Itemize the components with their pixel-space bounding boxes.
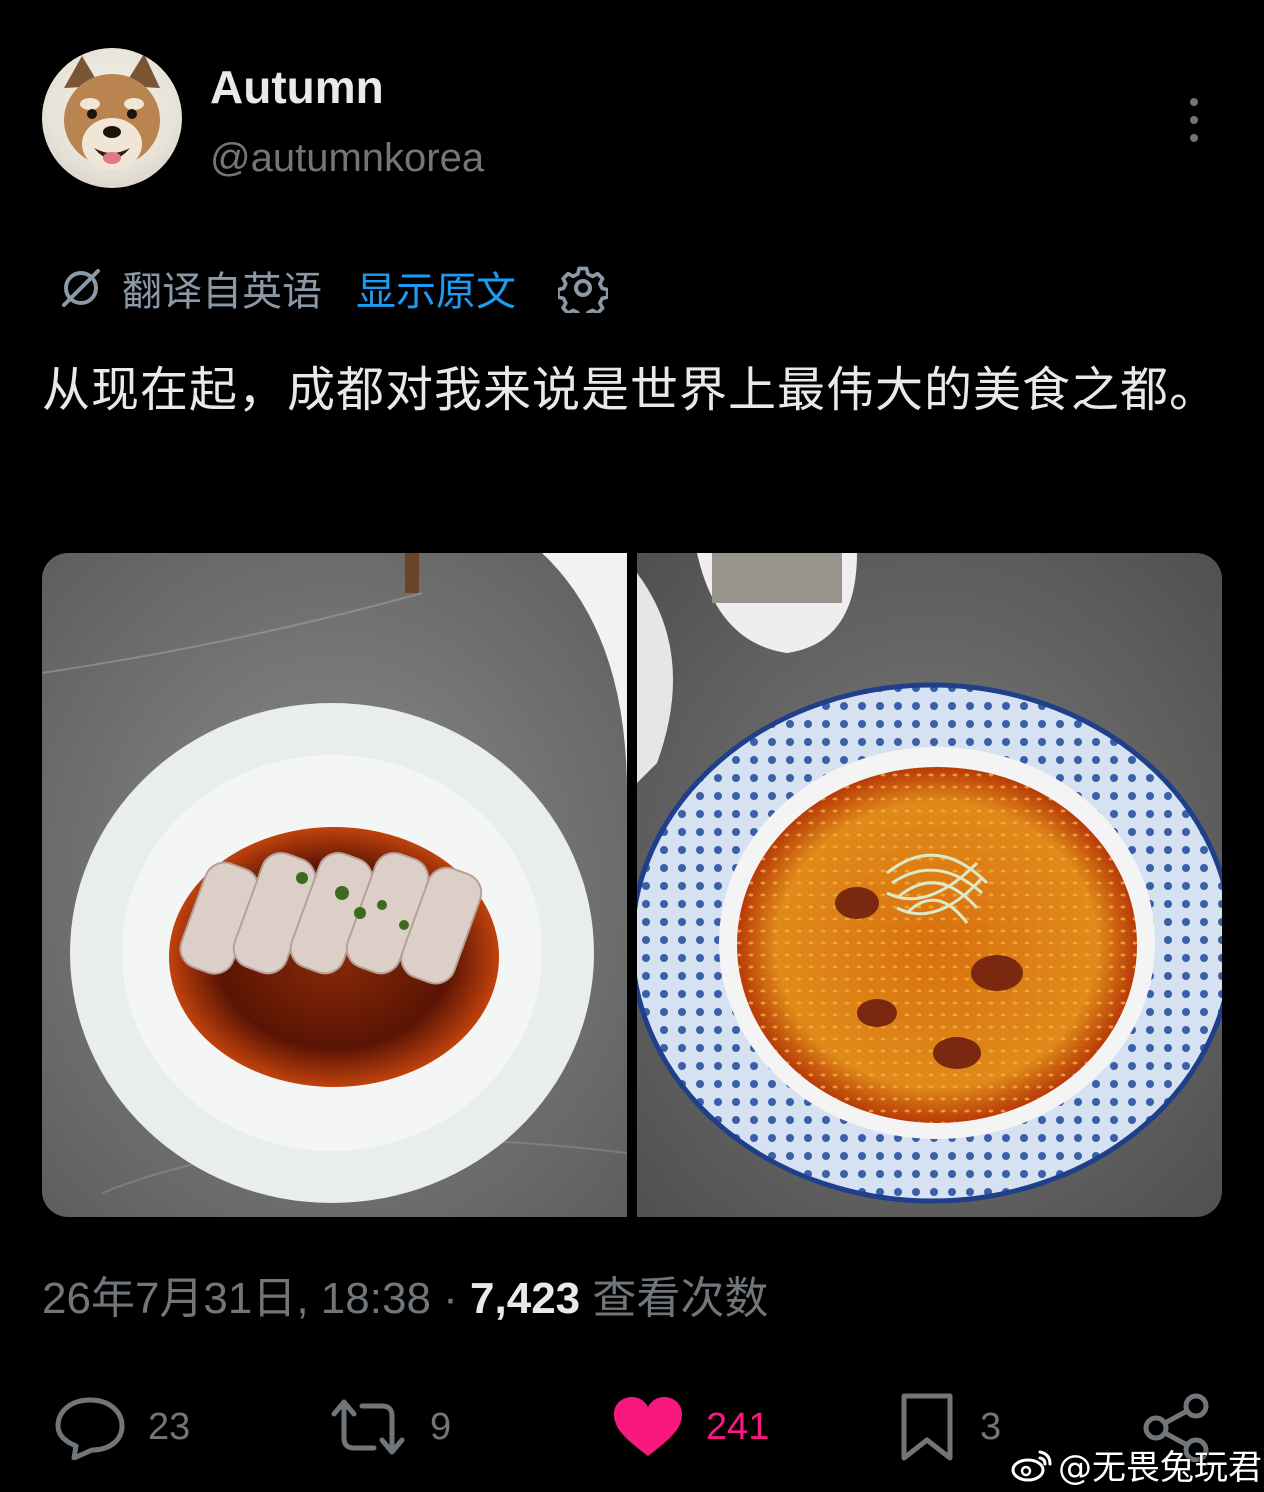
more-options-icon[interactable] bbox=[1176, 98, 1212, 142]
weibo-logo-icon bbox=[1011, 1450, 1052, 1481]
author-display-name[interactable]: Autumn bbox=[210, 60, 384, 114]
views-label: 查看次数 bbox=[592, 1274, 769, 1323]
tweet-meta: 26年7月31日, 18:38 · 7,423 查看次数 bbox=[42, 1262, 768, 1326]
tweet-media bbox=[42, 553, 1222, 1217]
dog-avatar-image bbox=[64, 54, 160, 170]
author-avatar[interactable] bbox=[42, 48, 182, 188]
timestamp[interactable]: 26年7月31日, 18:38 bbox=[42, 1274, 431, 1323]
translation-label: 翻译自英语 bbox=[122, 270, 322, 314]
reply-icon bbox=[55, 1397, 125, 1460]
repost-icon bbox=[331, 1399, 405, 1455]
bookmark-button[interactable]: 3 bbox=[894, 1392, 1001, 1462]
bookmark-icon bbox=[901, 1393, 953, 1461]
bookmark-count: 3 bbox=[980, 1405, 1002, 1448]
repost-count: 9 bbox=[430, 1405, 452, 1448]
heart-icon bbox=[614, 1397, 682, 1456]
tweet-text: 从现在起，成都对我来说是世界上最伟大的美食之都。 bbox=[42, 362, 1219, 418]
gear-icon[interactable] bbox=[558, 263, 608, 313]
photo-right-image[interactable] bbox=[637, 553, 1222, 1217]
photo-left-image[interactable] bbox=[42, 553, 627, 1217]
like-button[interactable]: 241 bbox=[610, 1392, 769, 1462]
author-handle[interactable]: @autumnkorea bbox=[210, 136, 484, 181]
reply-button[interactable]: 23 bbox=[52, 1392, 190, 1462]
views-count: 7,423 bbox=[470, 1274, 581, 1323]
show-original-link[interactable]: 显示原文 bbox=[356, 259, 516, 317]
translation-bar: 翻译自英语 显示原文 bbox=[58, 262, 608, 314]
watermark: @无畏兔玩君 bbox=[1010, 1440, 1262, 1489]
repost-button[interactable]: 9 bbox=[326, 1392, 451, 1462]
reply-count: 23 bbox=[148, 1405, 191, 1448]
watermark-text: @无畏兔玩君 bbox=[1058, 1448, 1262, 1488]
translate-icon bbox=[62, 269, 100, 307]
like-count: 241 bbox=[706, 1405, 770, 1448]
meta-separator: · bbox=[443, 1274, 458, 1323]
